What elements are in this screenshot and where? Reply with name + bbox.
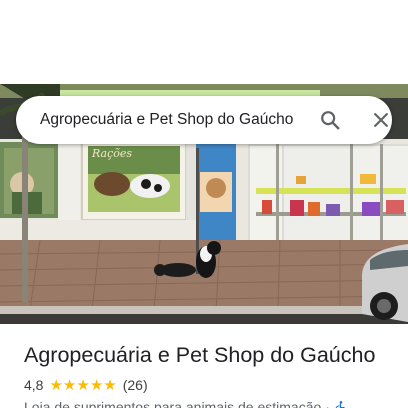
category-label: Loja de suprimentos para animais de esti… [24,399,322,408]
wheelchair-icon [334,400,348,408]
search-icon[interactable] [314,104,346,136]
rating-value: 4,8 [24,377,44,393]
star-icon: ★ [62,376,77,394]
rating-stars: ★ ★ ★ ★ ★ [49,378,116,393]
place-sheet: Rações Agropecuária e Pet Shop do Gaúcho… [0,0,408,408]
separator: · [325,399,330,408]
sign-text: Rações [91,147,132,160]
star-icon: ★ [103,376,117,394]
star-icon: ★ [76,376,90,394]
rating-row[interactable]: 4,8 ★ ★ ★ ★ ★ (26) [24,375,148,395]
star-icon: ★ [89,376,104,394]
close-icon[interactable] [365,104,397,136]
star-icon: ★ [49,376,63,394]
search-input[interactable]: Agropecuária e Pet Shop do Gaúcho [40,96,306,144]
place-title: Agropecuária e Pet Shop do Gaúcho [24,343,376,367]
category-row: Loja de suprimentos para animais de esti… [24,398,404,408]
review-count[interactable]: (26) [123,377,148,393]
search-bar[interactable]: Agropecuária e Pet Shop do Gaúcho [16,96,392,144]
